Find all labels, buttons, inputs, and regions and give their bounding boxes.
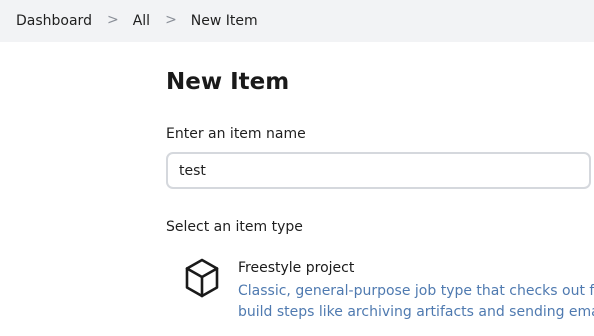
breadcrumb-dashboard[interactable]: Dashboard xyxy=(16,13,92,29)
item-type-label: Select an item type xyxy=(166,219,303,235)
breadcrumb-new-item[interactable]: New Item xyxy=(191,13,258,29)
breadcrumb-separator-icon: > xyxy=(106,12,119,28)
item-type-description-line: build steps like archiving artifacts and… xyxy=(238,304,594,320)
item-type-title: Freestyle project xyxy=(238,260,355,276)
breadcrumb-all[interactable]: All xyxy=(133,13,150,29)
item-type-description-line: Classic, general-purpose job type that c… xyxy=(238,283,594,299)
item-type-description: Classic, general-purpose job type that c… xyxy=(238,281,594,323)
cube-icon xyxy=(185,258,219,298)
item-name-label: Enter an item name xyxy=(166,126,306,142)
page-title: New Item xyxy=(166,69,290,95)
item-name-input[interactable] xyxy=(166,152,591,189)
breadcrumb: Dashboard > All > New Item xyxy=(0,0,594,42)
breadcrumb-separator-icon: > xyxy=(165,12,177,28)
item-type-option-freestyle[interactable]: Freestyle project Classic, general-purpo… xyxy=(166,250,594,336)
